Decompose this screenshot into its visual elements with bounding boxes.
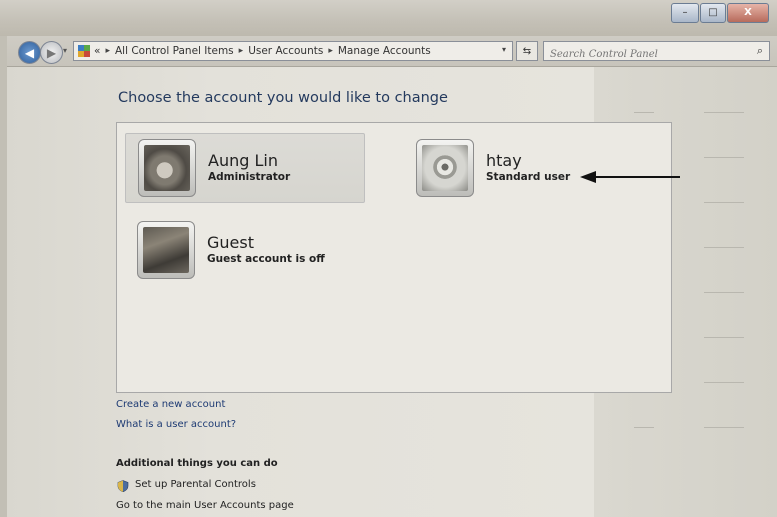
- what-is-user-account-link[interactable]: What is a user account?: [116, 419, 236, 430]
- flower-picture-icon: [416, 139, 474, 197]
- parental-controls-link[interactable]: Set up Parental Controls: [135, 479, 256, 490]
- breadcrumb-manage-accounts[interactable]: Manage Accounts: [338, 45, 431, 57]
- title-bar: – □ X: [0, 0, 777, 36]
- window-left-edge: [0, 36, 7, 517]
- navigation-bar: ◀ ▶ ▾ « ▸ All Control Panel Items ▸ User…: [0, 36, 777, 67]
- additional-things-heading: Additional things you can do: [116, 458, 278, 469]
- maximize-button[interactable]: □: [700, 3, 726, 23]
- control-panel-icon: [78, 45, 90, 57]
- chess-picture-icon: [137, 221, 195, 279]
- accounts-list: Aung Lin Administrator htay Standard use…: [116, 122, 672, 393]
- close-button[interactable]: X: [727, 3, 769, 23]
- main-user-accounts-link[interactable]: Go to the main User Accounts page: [116, 500, 294, 511]
- account-type: Administrator: [208, 171, 291, 183]
- breadcrumb-separator: ▸: [105, 46, 110, 56]
- search-input[interactable]: [544, 45, 740, 64]
- account-aung-lin[interactable]: Aung Lin Administrator: [125, 133, 365, 203]
- breadcrumb-all-control-panel-items[interactable]: All Control Panel Items: [115, 45, 234, 57]
- address-overflow-chevron[interactable]: «: [94, 45, 100, 57]
- breadcrumb-separator[interactable]: ▸: [328, 46, 333, 56]
- breadcrumb-user-accounts[interactable]: User Accounts: [248, 45, 323, 57]
- address-dropdown-button[interactable]: ▾: [502, 45, 506, 54]
- account-type: Guest account is off: [207, 253, 325, 265]
- cat-picture-icon: [138, 139, 196, 197]
- refresh-button[interactable]: ⇆: [516, 41, 538, 61]
- page-title: Choose the account you would like to cha…: [118, 90, 448, 106]
- account-guest[interactable]: Guest Guest account is off: [125, 215, 365, 285]
- account-htay[interactable]: htay Standard user: [407, 133, 607, 203]
- account-name: htay: [486, 151, 522, 170]
- annotation-arrow-icon: [580, 171, 680, 183]
- back-button[interactable]: ◀: [18, 41, 41, 64]
- window-controls: – □ X: [670, 3, 769, 23]
- recent-pages-dropdown[interactable]: ▾: [63, 46, 67, 55]
- search-icon[interactable]: ⌕: [757, 44, 763, 58]
- forward-button[interactable]: ▶: [40, 41, 63, 64]
- breadcrumb-separator[interactable]: ▸: [239, 46, 244, 56]
- minimize-button[interactable]: –: [671, 3, 699, 23]
- account-name: Aung Lin: [208, 151, 278, 170]
- account-name: Guest: [207, 233, 254, 252]
- search-box[interactable]: ⌕: [543, 41, 770, 64]
- account-type: Standard user: [486, 171, 571, 183]
- address-bar[interactable]: « ▸ All Control Panel Items ▸ User Accou…: [73, 41, 513, 61]
- shield-icon: [117, 480, 129, 492]
- create-account-link[interactable]: Create a new account: [116, 399, 225, 410]
